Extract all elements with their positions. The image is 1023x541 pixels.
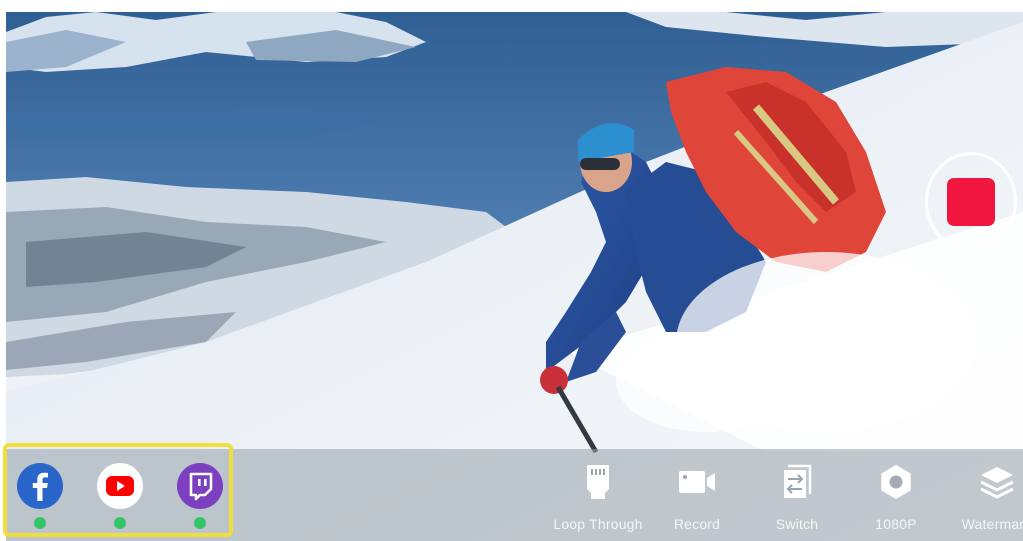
sd-card-icon <box>578 462 618 502</box>
streaming-platforms <box>3 443 233 537</box>
resolution-label: 1080P <box>875 516 917 532</box>
gear-icon <box>876 462 916 502</box>
stop-icon <box>947 178 995 226</box>
platform-facebook[interactable] <box>15 463 65 533</box>
record-label: Record <box>673 516 721 532</box>
watermark-button[interactable]: Watermark <box>925 462 1023 540</box>
youtube-icon <box>97 463 143 509</box>
status-dot-youtube <box>114 517 126 529</box>
switch-icon <box>777 462 817 502</box>
watermark-label: Watermark <box>961 516 1023 532</box>
status-dot-facebook <box>34 517 46 529</box>
platform-youtube[interactable] <box>95 463 145 533</box>
video-camera-icon <box>677 462 717 502</box>
platform-twitch[interactable] <box>175 463 225 533</box>
layers-icon <box>977 462 1017 502</box>
loop-through-button[interactable]: Loop Through <box>543 462 653 540</box>
facebook-icon <box>17 463 63 509</box>
switch-label: Switch <box>775 516 819 532</box>
record-stop-button[interactable] <box>925 152 1017 252</box>
status-dot-twitch <box>194 517 206 529</box>
record-button[interactable]: Record <box>642 462 752 540</box>
twitch-icon <box>177 463 223 509</box>
loop-through-label: Loop Through <box>553 516 643 532</box>
switch-button[interactable]: Switch <box>742 462 852 540</box>
